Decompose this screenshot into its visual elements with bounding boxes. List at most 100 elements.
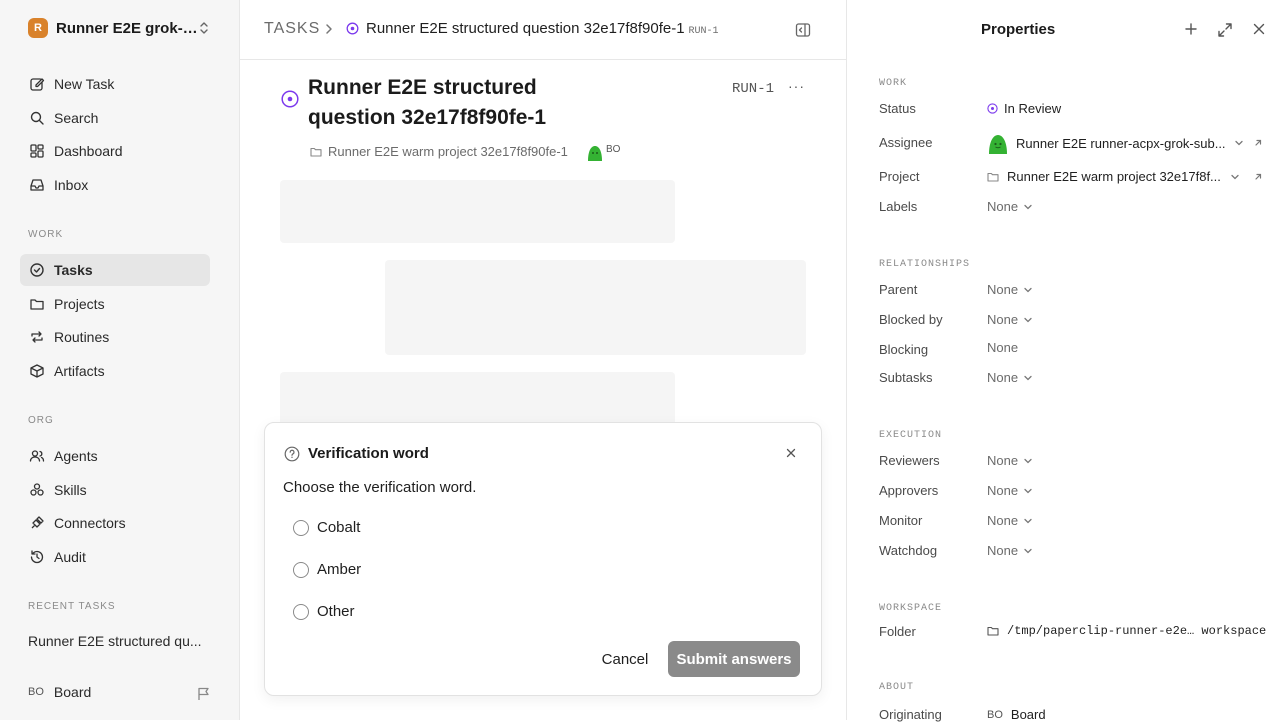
nav-tasks[interactable]: Tasks xyxy=(20,254,210,286)
workspace-name: Runner E2E grok-… xyxy=(56,19,196,37)
close-icon[interactable] xyxy=(785,447,797,459)
check-circle-icon xyxy=(28,261,46,279)
recent-task-item[interactable]: Runner E2E structured qu... xyxy=(28,633,208,649)
nav-artifacts[interactable]: Artifacts xyxy=(20,355,210,387)
watchdog-label: Watchdog xyxy=(879,543,938,558)
user-menu[interactable]: BO Board xyxy=(28,684,91,700)
monitor-value[interactable]: None xyxy=(987,513,1033,528)
user-name: Board xyxy=(53,684,92,700)
task-title[interactable]: Runner E2E structured question 32e17f8f9… xyxy=(308,73,608,133)
option-label: Cobalt xyxy=(317,519,361,536)
nav-new-task[interactable]: New Task xyxy=(20,68,210,100)
project-value[interactable]: Runner E2E warm project 32e17f8f... xyxy=(987,169,1221,184)
nav-skills[interactable]: Skills xyxy=(20,474,210,506)
section-workspace: WORKSPACE xyxy=(879,603,943,614)
section-work: WORK xyxy=(28,229,64,240)
nav-dashboard[interactable]: Dashboard xyxy=(20,135,210,167)
section-relationships: RELATIONSHIPS xyxy=(879,259,971,270)
submit-answers-button[interactable]: Submit answers xyxy=(668,641,800,677)
flag-icon[interactable] xyxy=(196,686,212,702)
folder-path: /tmp/paperclip-runner-e2e… workspace xyxy=(1007,624,1267,638)
nav-label: New Task xyxy=(54,76,115,92)
labels-value[interactable]: None xyxy=(987,199,1033,214)
nav-label: Dashboard xyxy=(54,143,123,159)
radio-button[interactable] xyxy=(293,519,309,536)
nav-inbox[interactable]: Inbox xyxy=(20,169,210,201)
blocked-by-label: Blocked by xyxy=(879,312,943,327)
section-execution: EXECUTION xyxy=(879,430,943,441)
history-icon xyxy=(28,548,46,566)
option-amber[interactable]: Amber xyxy=(293,561,361,578)
chevron-down-icon[interactable] xyxy=(1230,172,1240,182)
blocking-label: Blocking xyxy=(879,342,929,357)
option-cobalt[interactable]: Cobalt xyxy=(293,519,360,536)
folder-value[interactable]: /tmp/paperclip-runner-e2e… workspace xyxy=(987,624,1266,638)
properties-panel: Properties WORK Status In Review Assigne… xyxy=(846,0,1280,722)
nav-connectors[interactable]: Connectors xyxy=(20,507,210,539)
chevron-down-icon xyxy=(1023,516,1033,526)
status-in-review-icon xyxy=(987,103,998,114)
external-link-icon[interactable] xyxy=(1253,138,1263,148)
cancel-button[interactable]: Cancel xyxy=(591,641,659,677)
plug-icon xyxy=(28,514,46,532)
workspace-logo: R xyxy=(28,18,48,38)
nav-label: Audit xyxy=(54,549,86,565)
nav-label: Skills xyxy=(54,482,87,498)
agent-avatar xyxy=(987,132,1009,154)
subtasks-value[interactable]: None xyxy=(987,370,1033,385)
radio-button[interactable] xyxy=(293,603,309,620)
reviewers-value[interactable]: None xyxy=(987,453,1033,468)
assignee-name: Runner E2E runner-acpx-grok-sub... xyxy=(1016,135,1226,151)
nav-label: Agents xyxy=(54,448,98,464)
skeleton-block xyxy=(385,260,806,355)
project-label: Project xyxy=(879,169,920,184)
more-options-button[interactable]: ··· xyxy=(788,78,805,94)
chevron-right-icon xyxy=(322,22,336,36)
chevron-down-icon xyxy=(1023,373,1033,383)
blocked-by-value[interactable]: None xyxy=(987,312,1033,327)
skeleton-block xyxy=(280,180,675,243)
chevron-down-icon[interactable] xyxy=(1234,138,1244,148)
close-icon[interactable] xyxy=(1252,22,1266,36)
agent-blob-icon xyxy=(588,146,602,161)
external-link-icon[interactable] xyxy=(1253,172,1263,182)
task-project-name: Runner E2E warm project 32e17f8f90fe-1 xyxy=(328,144,568,159)
nav-label: Routines xyxy=(54,329,110,345)
watchdog-value[interactable]: None xyxy=(987,543,1033,558)
assignee-value[interactable]: Runner E2E runner-acpx-grok-sub... xyxy=(987,132,1226,154)
repeat-icon xyxy=(28,328,46,346)
approvers-value[interactable]: None xyxy=(987,483,1033,498)
help-circle-icon xyxy=(284,446,300,462)
option-other[interactable]: Other xyxy=(293,603,355,620)
panel-toggle-icon[interactable] xyxy=(795,22,811,38)
status-in-review-icon[interactable] xyxy=(281,90,299,108)
expand-icon[interactable] xyxy=(1217,22,1233,38)
nav-label: Projects xyxy=(54,296,105,312)
radio-button[interactable] xyxy=(293,561,309,578)
section-about: ABOUT xyxy=(879,682,915,693)
task-project-link[interactable]: Runner E2E warm project 32e17f8f90fe-1 xyxy=(310,144,568,159)
chevron-down-icon xyxy=(1023,315,1033,325)
parent-value[interactable]: None xyxy=(987,282,1033,297)
nav-projects[interactable]: Projects xyxy=(20,288,210,320)
nav-search[interactable]: Search xyxy=(20,102,210,134)
plus-icon[interactable] xyxy=(1184,22,1198,36)
folder-label: Folder xyxy=(879,624,916,639)
status-value[interactable]: In Review xyxy=(987,101,1061,116)
workspace-switcher[interactable]: R Runner E2E grok-… xyxy=(28,18,218,38)
status-text: In Review xyxy=(1004,101,1062,116)
nav-audit[interactable]: Audit xyxy=(20,541,210,573)
dashboard-icon xyxy=(28,142,46,160)
chevrons-up-down-icon xyxy=(198,21,210,35)
agent-avatar[interactable]: BO xyxy=(586,143,620,161)
parent-text: None xyxy=(987,282,1019,297)
breadcrumb-tasks[interactable]: TASKS xyxy=(264,20,320,38)
folder-icon xyxy=(310,146,322,158)
nav-agents[interactable]: Agents xyxy=(20,440,210,472)
nav-label: Search xyxy=(54,110,99,126)
breadcrumb-task-id: RUN-1 xyxy=(688,26,719,37)
search-icon xyxy=(28,109,46,127)
dialog-question: Choose the verification word. xyxy=(283,479,477,496)
task-id: RUN-1 xyxy=(732,81,775,97)
nav-routines[interactable]: Routines xyxy=(20,321,210,353)
